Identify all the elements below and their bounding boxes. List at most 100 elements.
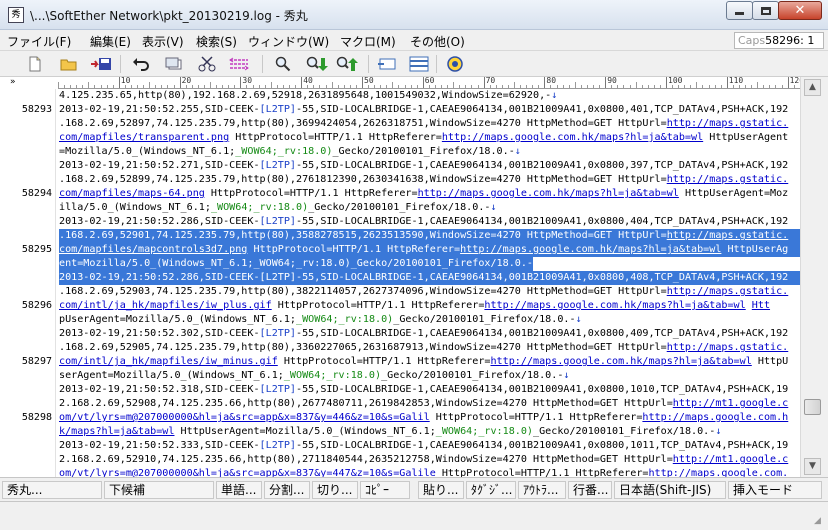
ruler-major-tick <box>118 77 120 88</box>
ruler-minor-tick <box>149 82 151 88</box>
close-button[interactable]: ✕ <box>778 1 822 20</box>
ruler-minor-tick <box>538 85 540 88</box>
text-line[interactable]: com/mapfiles/transparent.png HttpProtoco… <box>59 131 788 145</box>
ruler-minor-tick <box>738 85 740 88</box>
text-line[interactable]: 2013-02-19,21:50:52.286,SID-CEEK-[L2TP]-… <box>59 271 788 285</box>
minimize-button[interactable] <box>726 1 753 20</box>
split-window-icon[interactable] <box>408 54 430 74</box>
ruler-minor-tick <box>210 82 211 88</box>
line-number: 58294 <box>21 188 52 199</box>
menu-view[interactable]: 表示(V) <box>142 33 184 50</box>
scroll-up-button[interactable]: ▲ <box>804 79 821 96</box>
ruler-minor-tick <box>477 85 479 88</box>
grep-icon[interactable] <box>376 54 398 74</box>
text-line[interactable]: om/vt/lyrs=m@207000000&hl=ja&src=app&x=8… <box>59 411 788 425</box>
text-line[interactable]: 2013-02-19,21:50:52.255,SID-CEEK-[L2TP]-… <box>59 103 788 117</box>
fkey-word[interactable]: 単語... <box>216 481 262 499</box>
fkey-tagjump[interactable]: ﾀｸﾞｼﾞ... <box>466 481 516 499</box>
ruler-minor-tick <box>313 85 315 88</box>
fkey-next-candidate[interactable]: 下候補 <box>104 481 214 499</box>
menu-edit[interactable]: 編集(E) <box>90 33 131 50</box>
ruler-minor-tick <box>191 85 193 88</box>
find-next-down-icon[interactable] <box>306 54 328 74</box>
search-icon[interactable] <box>272 54 294 74</box>
ruler-label: 80 <box>546 77 557 85</box>
fkey-split[interactable]: 分割... <box>264 481 310 499</box>
open-folder-icon[interactable] <box>58 54 80 74</box>
text-line[interactable]: 2.168.2.69,52910,74.125.235.66,http(80),… <box>59 453 788 467</box>
ruler-label: 20 <box>181 77 192 85</box>
fkey-paste[interactable]: 貼り... <box>418 481 464 499</box>
menu-file[interactable]: ファイル(F) <box>7 33 71 50</box>
text-line[interactable]: .168.2.69,52905,74.125.235.79,http(80),3… <box>59 341 788 355</box>
text-line[interactable]: com/mapfiles/maps-64.png HttpProtocol=HT… <box>59 187 788 201</box>
ruler-minor-tick <box>137 85 139 88</box>
ruler-minor-tick <box>222 85 224 88</box>
menu-search[interactable]: 検索(S) <box>196 33 237 50</box>
scroll-thumb[interactable] <box>804 399 821 415</box>
text-line[interactable]: 2013-02-19,21:50:52.333,SID-CEEK-[L2TP]-… <box>59 439 788 453</box>
text-line[interactable]: ent=Mozilla/5.0_(Windows_NT_6.1;_WOW64;_… <box>59 257 539 271</box>
text-line[interactable]: .168.2.69,52901,74.125.235.79,http(80),3… <box>59 229 788 243</box>
ruler-minor-tick <box>404 85 406 88</box>
ruler-minor-tick <box>331 82 333 88</box>
text-line[interactable]: com/mapfiles/mapcontrols3d7.png HttpProt… <box>59 243 788 257</box>
text-line[interactable]: 2.168.2.69,52908,74.125.235.66,http(80),… <box>59 397 788 411</box>
text-line[interactable]: 2013-02-19,21:50:52.302,SID-CEEK-[L2TP]-… <box>59 327 788 341</box>
ruler-minor-tick <box>690 85 692 88</box>
new-file-icon[interactable] <box>24 54 46 74</box>
text-line[interactable]: illa/5.0_(Windows_NT_6.1;_WOW64;_rv:18.0… <box>59 201 497 215</box>
text-line[interactable]: com/intl/ja_hk/mapfiles/iw_plus.gif Http… <box>59 299 770 313</box>
text-line[interactable]: .168.2.69,52897,74.125.235.79,http(80),3… <box>59 117 788 131</box>
text-line[interactable]: 4.125.235.65,http(80),192.168.2.69,52918… <box>59 89 557 103</box>
ruler-minor-tick <box>720 85 722 88</box>
ruler-minor-tick <box>696 82 698 88</box>
text-line[interactable]: pUserAgent=Mozilla/5.0_(Windows_NT_6.1;_… <box>59 313 582 327</box>
text-line[interactable]: 2013-02-19,21:50:52.271,SID-CEEK-[L2TP]-… <box>59 159 788 173</box>
hidemaru-doc-icon[interactable]: 秀 <box>8 7 24 23</box>
text-line[interactable]: =Mozilla/5.0_(Windows_NT_6.1;_WOW64;_rv:… <box>59 145 521 159</box>
ruler-minor-tick <box>343 85 345 88</box>
resize-grip-icon[interactable]: ◢ <box>814 516 826 528</box>
cut-icon[interactable] <box>196 54 218 74</box>
fkey-copy[interactable]: ｺﾋﾟｰ <box>360 481 410 499</box>
copy-icon[interactable] <box>162 54 184 74</box>
text-line[interactable]: k/maps?hl=ja&tab=wl HttpUserAgent=Mozill… <box>59 425 721 439</box>
fkey-cut[interactable]: 切り... <box>312 481 358 499</box>
toolbar-separator <box>436 55 437 73</box>
menu-macro[interactable]: マクロ(M) <box>340 33 396 50</box>
save-icon[interactable] <box>90 54 112 74</box>
text-line[interactable]: com/intl/ja_hk/mapfiles/iw_minus.gif Htt… <box>59 355 788 369</box>
undo-icon[interactable] <box>130 54 152 74</box>
text-area[interactable]: 4.125.235.65,http(80),192.168.2.69,52918… <box>59 89 800 477</box>
find-next-up-icon[interactable] <box>336 54 358 74</box>
fkey-app[interactable]: 秀丸... <box>2 481 102 499</box>
text-line[interactable]: om/vt/lyrs=m@207000000&hl=ja&src=app&x=8… <box>59 467 788 477</box>
menu-window[interactable]: ウィンドウ(W) <box>248 33 329 50</box>
ruler-major-tick <box>301 77 303 88</box>
ruler-minor-tick <box>216 85 218 88</box>
encoding-indicator[interactable]: 日本語(Shift-JIS) <box>614 481 726 499</box>
text-line[interactable]: 2013-02-19,21:50:52.318,SID-CEEK-[L2TP]-… <box>59 383 788 397</box>
maximize-button[interactable] <box>752 1 779 20</box>
help-icon[interactable] <box>444 54 466 74</box>
ruler-minor-tick <box>586 85 588 88</box>
ruler-minor-tick <box>106 85 108 88</box>
text-line[interactable]: serAgent=Mozilla/5.0_(Windows_NT_6.1;_WO… <box>59 369 569 383</box>
fkey-line-number[interactable]: 行番... <box>568 481 612 499</box>
ruler-major-tick <box>179 77 181 88</box>
text-line[interactable]: 2013-02-19,21:50:52.286,SID-CEEK-[L2TP]-… <box>59 215 788 229</box>
scroll-down-button[interactable]: ▼ <box>804 458 821 475</box>
insert-mode-indicator[interactable]: 挿入モード <box>728 481 822 499</box>
fkey-outline[interactable]: ｱｳﾄﾗ... <box>518 481 566 499</box>
text-editor[interactable]: 58293582945829558296582975829858299 4.12… <box>0 89 800 477</box>
text-line[interactable]: .168.2.69,52903,74.125.235.79,http(80),3… <box>59 285 788 299</box>
paste-icon[interactable] <box>228 54 250 74</box>
ruler-minor-tick <box>702 85 704 88</box>
ruler-minor-tick <box>514 82 515 88</box>
vertical-scrollbar[interactable]: ▲ ▼ <box>800 77 828 477</box>
ruler-label: 100 <box>668 77 683 85</box>
ruler-major-tick <box>605 77 607 88</box>
text-line[interactable]: .168.2.69,52899,74.125.235.79,http(80),2… <box>59 173 788 187</box>
menu-other[interactable]: その他(O) <box>410 33 465 50</box>
